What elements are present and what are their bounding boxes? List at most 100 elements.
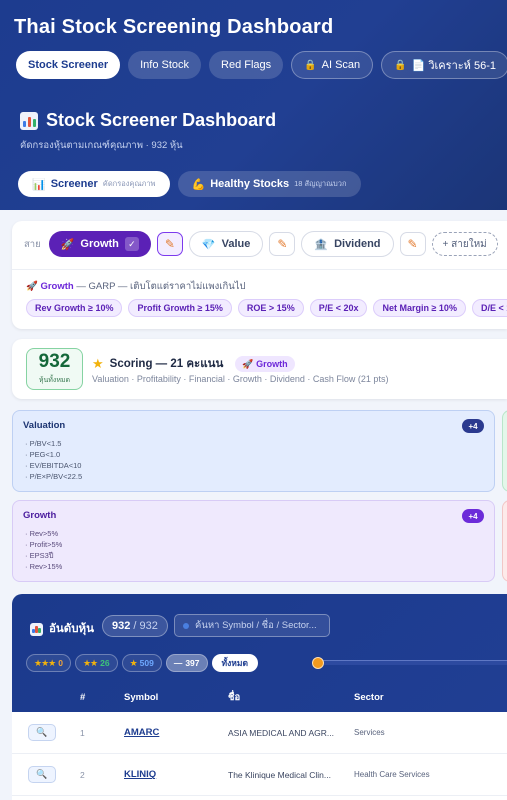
result-count-value: 932 <box>112 620 131 632</box>
row-name: The Klinique Medical Clin... <box>228 769 331 780</box>
scoring-title-text: Scoring — 21 คะแนน <box>109 358 224 370</box>
preset-label: สาย <box>24 238 41 250</box>
category-badge: +4 <box>462 419 484 433</box>
col-sector[interactable]: Sector <box>354 692 507 703</box>
preset-value[interactable]: 💎 Value <box>188 231 264 257</box>
tab-label: Screener <box>50 178 98 190</box>
edit-dividend-button[interactable]: ✎ <box>399 232 426 256</box>
category-valuation[interactable]: Valuation +4 · P/BV<1.5 · PEG<1.0 · EV/E… <box>12 410 495 492</box>
divider <box>12 269 507 270</box>
tab-healthy-stocks[interactable]: 💪 Healthy Stocks 18 สัญญาณบวก <box>177 171 361 197</box>
tab-note: 18 สัญญาณบวก <box>294 179 347 188</box>
row-symbol[interactable]: AMARC <box>124 727 228 738</box>
table-row: 🔍 2 KLINIQ The Klinique Medical Clin... … <box>12 754 507 796</box>
filter-1-star[interactable]: ★ 509 <box>121 654 162 672</box>
preset-name: Value <box>221 238 251 250</box>
next-category-card-edge <box>502 500 507 582</box>
table-header: # Symbol ชื่อ Sector <box>12 682 507 712</box>
nav-info-stock[interactable]: Info Stock <box>128 51 202 79</box>
criterion-chip: D/E < 1.5x <box>471 299 507 317</box>
criterion-chip: Net Margin ≥ 10% <box>373 299 466 317</box>
row-symbol[interactable]: KLINIQ <box>124 769 228 780</box>
criterion-item: · EPS3ปี <box>25 551 54 560</box>
scoring-subtitle: Valuation · Profitability · Financial · … <box>92 374 389 384</box>
category-criteria: · Rev>5% · Profit>5% · EPS3ปี · Rev>15% <box>25 528 62 572</box>
star-filters: ★★★ 0 ★★ 26 ★ 509 — 397 ทั้งหมด <box>26 654 258 672</box>
preset-panel: สาย 🚀 Growth ✓ ✎ 💎 Value ✎ 🏦 Dividend ✎ … <box>12 221 507 329</box>
diamond-icon: 💎 <box>201 238 216 251</box>
pencil-icon: ✎ <box>277 237 288 251</box>
filter-count: 509 <box>139 658 154 668</box>
criterion-chip: ROE > 15% <box>237 299 304 317</box>
bar-chart-icon <box>20 111 38 130</box>
tab-label: Healthy Stocks <box>210 178 290 190</box>
col-name[interactable]: ชื่อ <box>228 690 354 705</box>
preset-desc-name: 🚀 Growth <box>26 281 74 292</box>
criterion-item: · P/E×P/BV<22.5 <box>25 472 83 481</box>
tab-note: คัดกรองคุณภาพ <box>102 179 156 188</box>
chart-icon: 📊 <box>32 178 46 191</box>
table-row: 🔍 1 AMARC ASIA MEDICAL AND AGR... Servic… <box>12 712 507 754</box>
ranking-header: อันดับหุ้น 932 / 932 ค้นหา Symbol / ชื่อ… <box>12 594 507 712</box>
tab-screener[interactable]: 📊 Screener คัดกรองคุณภาพ <box>18 171 170 197</box>
magnifier-icon[interactable]: 🔍 <box>28 766 56 783</box>
dash-icon: — <box>173 658 183 668</box>
preset-tag: 🚀 Growth <box>235 356 295 372</box>
preset-name: Dividend <box>334 238 381 250</box>
next-category-card-edge <box>502 410 507 492</box>
criterion-item: · P/BV<1.5 <box>25 439 62 448</box>
score-slider-handle[interactable] <box>312 657 324 669</box>
result-count: 932 / 932 <box>102 615 168 637</box>
nav-ai-scan[interactable]: 🔒 AI Scan <box>291 51 374 79</box>
search-input[interactable]: ค้นหา Symbol / ชื่อ / Sector... <box>174 614 330 637</box>
row-name: ASIA MEDICAL AND AGR... <box>228 727 334 738</box>
app-title: Thai Stock Screening Dashboard <box>14 16 334 38</box>
nav-stock-screener[interactable]: Stock Screener <box>16 51 121 79</box>
ranking-title: อันดับหุ้น <box>30 620 94 638</box>
add-preset-button[interactable]: + สายใหม่ <box>431 232 498 256</box>
row-action: 🔍 <box>12 766 70 783</box>
filter-no-star[interactable]: — 397 <box>165 654 208 672</box>
stock-count-box: 932 หุ้นทั้งหมด <box>26 348 83 390</box>
ranking-panel: อันดับหุ้น 932 / 932 ค้นหา Symbol / ชื่อ… <box>12 594 507 800</box>
stock-count-unit: หุ้นทั้งหมด <box>38 377 71 384</box>
row-sector: Health Care Services <box>354 770 430 779</box>
category-criteria: · P/BV<1.5 · PEG<1.0 · EV/EBITDA<10 · P/… <box>25 438 82 482</box>
score-slider-track[interactable] <box>318 660 507 665</box>
dashboard-title: Stock Screener Dashboard <box>20 110 276 131</box>
preset-name: Growth <box>80 238 119 250</box>
filter-count: 26 <box>100 658 110 668</box>
col-number[interactable]: # <box>70 692 124 703</box>
edit-growth-button[interactable]: ✎ <box>156 232 183 256</box>
preset-growth[interactable]: 🚀 Growth ✓ <box>48 231 151 257</box>
category-growth[interactable]: Growth +4 · Rev>5% · Profit>5% · EPS3ปี … <box>12 500 495 582</box>
filter-2-stars[interactable]: ★★ 26 <box>74 654 118 672</box>
star-icon: ★ <box>129 657 138 668</box>
magnifier-icon[interactable]: 🔍 <box>28 724 56 741</box>
criterion-chip: P/E < 20x <box>309 299 368 317</box>
scoring-card: 932 หุ้นทั้งหมด ★ Scoring — 21 คะแนน 🚀 G… <box>12 339 507 399</box>
top-navigation: Stock Screener Info Stock Red Flags 🔒 AI… <box>16 51 507 79</box>
criterion-item: · Profit>5% <box>25 540 63 549</box>
nav-red-flags[interactable]: Red Flags <box>209 51 284 79</box>
preset-dividend[interactable]: 🏦 Dividend <box>301 231 394 257</box>
nav-analysis-56-1[interactable]: 🔒 📄 วิเคราะห์ 56-1 <box>381 51 507 79</box>
nav-label: 📄 วิเคราะห์ 56-1 <box>411 60 496 72</box>
dashboard-title-text: Stock Screener Dashboard <box>46 110 277 130</box>
bar-chart-icon <box>30 622 43 636</box>
preset-selector: สาย 🚀 Growth ✓ ✎ 💎 Value ✎ 🏦 Dividend ✎ … <box>24 231 498 257</box>
filter-all[interactable]: ทั้งหมด <box>211 654 258 672</box>
filter-3-stars[interactable]: ★★★ 0 <box>26 654 71 672</box>
pencil-icon: ✎ <box>164 237 175 251</box>
preset-description: 🚀 Growth — GARP — เติบโตแต่ราคาไม่แพงเกิ… <box>26 279 246 294</box>
criterion-item: · Rev>5% <box>25 529 59 538</box>
edit-value-button[interactable]: ✎ <box>269 232 296 256</box>
star-icon: ★★★ <box>34 657 56 668</box>
col-symbol[interactable]: Symbol <box>124 692 228 703</box>
nav-label: AI Scan <box>321 59 361 71</box>
row-number: 2 <box>80 769 85 780</box>
row-action: 🔍 <box>12 724 70 741</box>
search-icon <box>183 622 189 629</box>
rocket-icon: 🚀 <box>60 238 75 251</box>
category-title: Growth <box>23 510 57 521</box>
